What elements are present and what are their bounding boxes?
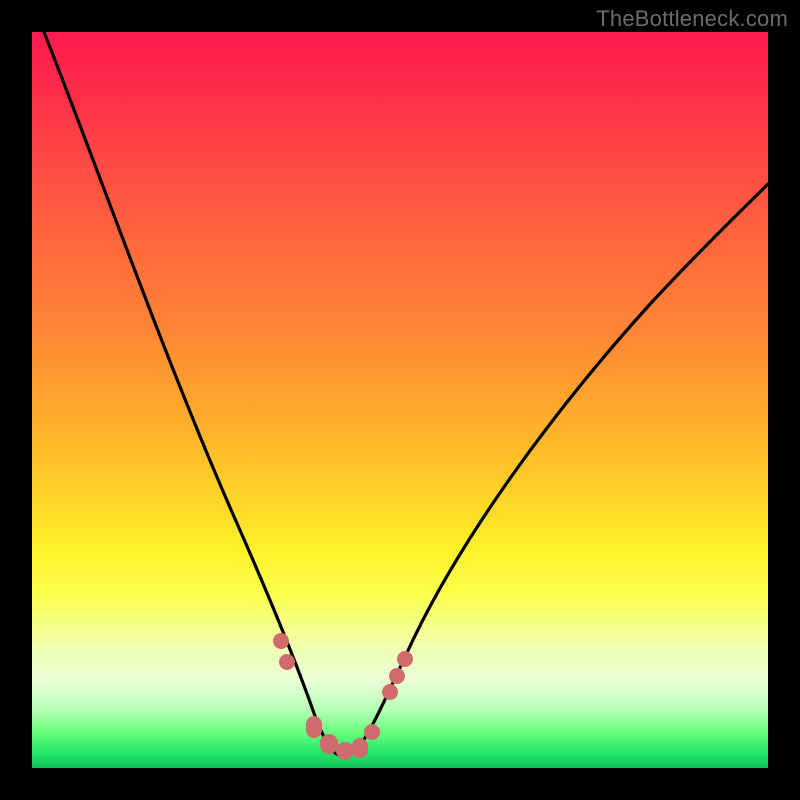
curve-path	[40, 32, 768, 756]
marker-pill	[336, 742, 354, 760]
watermark-text: TheBottleneck.com	[596, 6, 788, 32]
bottleneck-curve	[32, 32, 768, 768]
marker-pill	[320, 734, 338, 754]
marker-pill	[352, 738, 368, 758]
marker-dot	[389, 668, 405, 684]
marker-pill	[306, 716, 322, 738]
plot-area	[32, 32, 768, 768]
marker-dot	[397, 651, 413, 667]
marker-dot	[273, 633, 289, 649]
marker-dot	[364, 724, 380, 740]
marker-dot	[279, 654, 295, 670]
curve-markers	[273, 633, 413, 760]
marker-dot	[382, 684, 398, 700]
chart-frame: TheBottleneck.com	[0, 0, 800, 800]
